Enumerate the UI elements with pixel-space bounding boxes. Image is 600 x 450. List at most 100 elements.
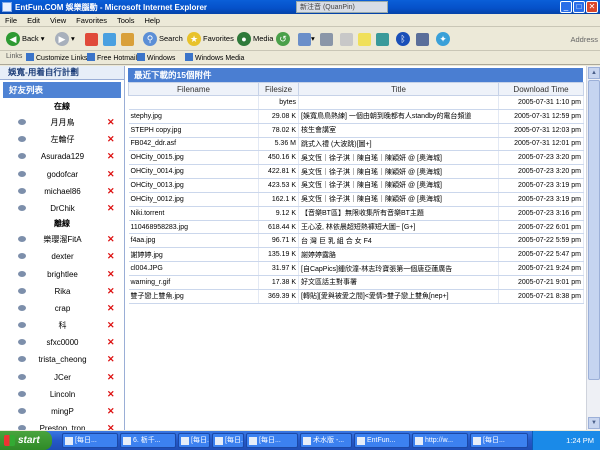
taskbar-button[interactable]: [每日... xyxy=(212,433,244,448)
menu-favorites[interactable]: Favorites xyxy=(71,14,112,27)
file-name-link[interactable]: 110468958283.jpg xyxy=(128,220,259,235)
home-button[interactable] xyxy=(121,31,134,47)
link-customize-links[interactable]: Customize Links xyxy=(26,53,87,62)
file-name-link[interactable]: FB042_ddr.asf xyxy=(128,137,259,152)
friend-item[interactable]: Lincoln ✕ xyxy=(0,386,124,403)
thread-title-link[interactable]: 跳式入禮 (大波跳)[圖+] xyxy=(298,137,499,152)
taskbar-button[interactable]: 术水版 -... xyxy=(300,433,352,448)
col-filename[interactable]: Filename xyxy=(128,82,259,96)
delete-friend-icon[interactable]: ✕ xyxy=(107,114,115,131)
friend-name[interactable]: trista_cheong xyxy=(30,351,95,368)
thread-title-link[interactable]: [娛寬鳥鳥熱練] 一個由朝到晚都有人standby的電台頻道 xyxy=(298,109,499,124)
thread-title-link[interactable]: 吳文恆｜徐子淇｜陳自瑤｜陳穎妍 @ [奧海城] xyxy=(298,164,499,180)
col-title[interactable]: Title xyxy=(298,82,499,96)
msn-button[interactable]: ✦ xyxy=(436,31,452,47)
menu-view[interactable]: View xyxy=(45,14,71,27)
thread-title-link[interactable]: 吳文恆｜徐子淇｜陳自瑤｜陳穎妍 @ [奧海城] xyxy=(298,192,499,207)
delete-friend-icon[interactable]: ✕ xyxy=(107,334,115,351)
maximize-button[interactable]: □ xyxy=(573,1,585,13)
file-name-link[interactable]: Niki.torrent xyxy=(128,206,259,221)
scroll-thumb[interactable] xyxy=(588,80,600,380)
friend-item[interactable]: godofcar ✕ xyxy=(0,166,124,183)
thread-title-link[interactable]: 【音樂BT區】無限收集所有音樂BT主題 xyxy=(298,206,499,221)
delete-friend-icon[interactable]: ✕ xyxy=(107,148,115,165)
file-name-link[interactable]: warning_r.gif xyxy=(128,275,259,290)
taskbar-button[interactable]: EntFun... xyxy=(354,433,410,448)
friend-name[interactable]: Lincoln xyxy=(30,386,95,403)
friend-item[interactable]: 左輪仔 ✕ xyxy=(0,131,124,148)
friend-name[interactable]: 科 xyxy=(30,317,95,334)
friend-name[interactable]: Asurada129 xyxy=(30,148,95,165)
friend-item[interactable]: 月月鳥 ✕ xyxy=(0,114,124,131)
thread-title-link[interactable]: 王心凌, 林依晨超短熱褲短大圖~ [G+] xyxy=(298,220,499,235)
research-button[interactable] xyxy=(376,31,389,47)
scroll-up-button[interactable]: ▲ xyxy=(588,67,600,79)
friend-item[interactable]: mingP ✕ xyxy=(0,403,124,420)
friend-item[interactable]: DrChik ✕ xyxy=(0,200,124,217)
refresh-button[interactable] xyxy=(103,31,116,47)
ime-indicator[interactable]: 新注音 (QuanPin) xyxy=(296,1,388,13)
friend-name[interactable]: sfxc0000 xyxy=(30,334,95,351)
thread-title-link[interactable]: 台 灣 巨 乳 組 合 女 F4 xyxy=(298,233,499,249)
thread-title-link[interactable]: 謝婷婷露胳 xyxy=(298,247,499,263)
thread-title-link[interactable]: 吳文恆｜徐子淇｜陳自瑤｜陳穎妍 @ [奧海城] xyxy=(298,178,499,193)
thread-title-link[interactable]: 吳文恆｜徐子淇｜陳自瑤｜陳穎妍 @ [奧海城] xyxy=(298,150,499,166)
favorites-button[interactable]: ★ Favorites xyxy=(187,31,234,47)
file-name-link[interactable]: OHCity_0013.jpg xyxy=(128,178,259,193)
friend-name[interactable]: crap xyxy=(30,300,95,317)
thread-title-link[interactable]: 核生會講室 xyxy=(298,123,499,138)
thread-title-link[interactable]: [自CapPics]鍾欣潼-林志玲寶張第一個唐亞蓮廣告 xyxy=(298,261,499,276)
delete-friend-icon[interactable]: ✕ xyxy=(107,386,115,403)
friend-item[interactable]: Preston_tron ✕ xyxy=(0,420,124,430)
forward-button[interactable]: ▶ ▾ xyxy=(55,31,75,47)
mail-button[interactable]: ▾ xyxy=(298,31,315,47)
minimize-button[interactable]: _ xyxy=(560,1,572,13)
friend-item[interactable]: 樂瓔溜FitA ✕ xyxy=(0,231,124,248)
taskbar-button[interactable]: [每日... xyxy=(246,433,298,448)
edit-button[interactable] xyxy=(340,31,353,47)
delete-friend-icon[interactable]: ✕ xyxy=(107,283,115,300)
print-button[interactable] xyxy=(320,31,333,47)
friend-name[interactable]: brightlee xyxy=(30,266,95,283)
col-download-time[interactable]: Download Time xyxy=(498,82,584,96)
delete-friend-icon[interactable]: ✕ xyxy=(107,351,115,368)
friend-name[interactable]: michael86 xyxy=(30,183,95,200)
taskbar-button[interactable]: [每日... xyxy=(178,433,210,448)
friend-item[interactable]: trista_cheong ✕ xyxy=(0,351,124,368)
file-name-link[interactable] xyxy=(128,95,259,110)
col-filesize[interactable]: Filesize xyxy=(258,82,299,96)
friend-name[interactable]: Preston_tron xyxy=(30,420,95,430)
start-button[interactable]: start xyxy=(0,431,52,450)
delete-friend-icon[interactable]: ✕ xyxy=(107,131,115,148)
friend-item[interactable]: Asurada129 ✕ xyxy=(0,148,124,165)
friend-item[interactable]: michael86 ✕ xyxy=(0,183,124,200)
delete-friend-icon[interactable]: ✕ xyxy=(107,200,115,217)
delete-friend-icon[interactable]: ✕ xyxy=(107,369,115,386)
bluetooth-button[interactable]: ᛒ xyxy=(396,31,412,47)
extra-tool-button[interactable] xyxy=(416,31,429,47)
messenger-button[interactable] xyxy=(358,31,371,47)
friend-item[interactable]: 科 ✕ xyxy=(0,317,124,334)
delete-friend-icon[interactable]: ✕ xyxy=(107,300,115,317)
file-name-link[interactable]: STEPH copy.jpg xyxy=(128,123,259,138)
menu-help[interactable]: Help xyxy=(140,14,165,27)
file-name-link[interactable]: OHCity_0012.jpg xyxy=(128,192,259,207)
menu-tools[interactable]: Tools xyxy=(112,14,140,27)
taskbar-button[interactable]: [每日... xyxy=(62,433,118,448)
file-name-link[interactable]: 雙子戀上雙魚.jpg xyxy=(128,289,259,304)
link-windows[interactable]: Windows xyxy=(137,53,175,62)
friend-name[interactable]: 樂瓔溜FitA xyxy=(30,231,95,248)
history-button[interactable]: ↺ xyxy=(276,31,292,47)
friend-item[interactable]: Rika ✕ xyxy=(0,283,124,300)
delete-friend-icon[interactable]: ✕ xyxy=(107,166,115,183)
file-name-link[interactable]: stephy.jpg xyxy=(128,109,259,124)
scroll-down-button[interactable]: ▼ xyxy=(588,417,600,429)
delete-friend-icon[interactable]: ✕ xyxy=(107,183,115,200)
delete-friend-icon[interactable]: ✕ xyxy=(107,248,115,265)
file-name-link[interactable]: f4aa.jpg xyxy=(128,233,259,249)
thread-title-link[interactable] xyxy=(298,95,499,110)
friend-name[interactable]: DrChik xyxy=(30,200,95,217)
delete-friend-icon[interactable]: ✕ xyxy=(107,420,115,430)
friend-item[interactable]: JCer ✕ xyxy=(0,369,124,386)
thread-title-link[interactable]: [轉貼][愛與被愛之間]<愛情>雙子戀上雙魚[nep+] xyxy=(298,289,499,304)
